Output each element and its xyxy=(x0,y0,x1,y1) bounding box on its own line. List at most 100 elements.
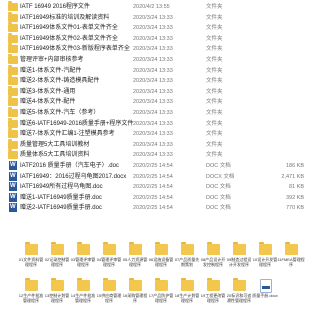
file-date: 2020/3/24 13:33 xyxy=(133,99,173,106)
file-row[interactable]: IATF16949：2016过程乌龟图2017.docx 2020/2/25 14… xyxy=(0,171,310,183)
folder-icon xyxy=(8,43,18,54)
file-row[interactable]: IATF2016 质量手册（汽车电子）.doc 2020/2/25 14:54 DO… xyxy=(0,161,310,172)
folder-icon xyxy=(77,242,90,255)
file-date: 2020/3/24 13:33 xyxy=(133,25,173,32)
folder-icon xyxy=(8,32,18,43)
file-name: IATF16949标准的培训及解读资料 xyxy=(20,14,110,21)
file-tile[interactable]: 19工程更改管理程序 xyxy=(201,278,225,314)
folder-icon xyxy=(8,117,18,128)
file-tile[interactable]: 20标识和可追溯性管理程序 xyxy=(226,278,252,314)
file-name: 赠送4-体系文件-配件 xyxy=(20,99,76,106)
file-tile[interactable]: 02记录控制管理程序 xyxy=(44,242,70,278)
tile-label: 12生产件批准管理程序 xyxy=(18,293,44,303)
file-type: 文件夹 xyxy=(206,120,223,127)
file-size: 770 KB xyxy=(285,205,304,212)
file-tile[interactable]: 03管理评审管理程序 xyxy=(70,242,96,278)
file-type: 文件夹 xyxy=(206,131,223,138)
doc-icon xyxy=(260,279,272,293)
file-row[interactable]: IATF16949标准的培训及解读资料 2020/3/24 13:33 文件夹 xyxy=(0,11,310,24)
file-tile[interactable]: 15供应商管理程序 xyxy=(97,278,121,314)
doc-icon xyxy=(9,171,17,181)
folder-icon xyxy=(285,242,298,255)
file-tile[interactable]: 10设计开发管理程序 xyxy=(253,242,277,278)
file-tile[interactable]: 12生产件批准管理程序 xyxy=(18,278,44,314)
file-tile[interactable]: 07产品质量先期策划 xyxy=(174,242,200,278)
file-type: 文件夹 xyxy=(206,25,223,32)
file-tile[interactable]: 06设施设备管理程序 xyxy=(149,242,173,278)
file-date: 2020/3/24 13:33 xyxy=(133,88,173,95)
tile-label: 11FMEA管理程序 xyxy=(277,257,305,267)
folder-icon xyxy=(8,22,18,33)
tile-label: 20标识和可追溯性管理程序 xyxy=(226,293,252,303)
file-row[interactable]: 赠送4-体系文件-配件 2020/3/24 13:33 文件夹 xyxy=(0,96,310,108)
file-name: 赠送6-IATF16949-2016质量手册+程序文件 xyxy=(20,120,134,127)
file-tile[interactable]: 01文件资料管理程序 xyxy=(19,242,43,278)
file-row[interactable]: 质量管理5大工具培训教材 2020/3/24 13:33 文件夹 xyxy=(0,138,310,151)
file-row[interactable]: 赠送3-体系文件-通用 2020/3/24 13:33 文件夹 xyxy=(0,85,310,98)
file-tile[interactable]: 18生产计划管理程序 xyxy=(175,278,199,314)
file-row[interactable]: 赠送1-IATF16949质量手册.doc 2020/2/25 14:54 DOC … xyxy=(0,192,310,204)
file-tile[interactable]: 质量手册.docx xyxy=(252,279,278,314)
file-row[interactable]: IATF16949体系文件01-表单文件齐全 2020/3/24 13:33 文件夹 xyxy=(0,22,310,34)
file-row[interactable]: IATF16949所有过程乌龟图.doc 2020/2/25 14:54 DOC 文… xyxy=(0,182,310,193)
doc-icon xyxy=(9,182,17,192)
folder-icon xyxy=(181,278,194,291)
file-tile[interactable]: 14生产件批准管理程序 xyxy=(71,278,95,314)
file-row[interactable]: 赠送1-体系文件-汽配件 2020/3/24 13:33 文件夹 xyxy=(0,64,310,77)
file-date: 2020/2/25 14:54 xyxy=(133,205,173,212)
tile-label: 07产品质量先期策划 xyxy=(174,257,200,267)
file-date: 2020/3/24 13:33 xyxy=(133,14,173,21)
folder-icon xyxy=(8,75,18,86)
file-row[interactable]: IATF16949体系文件02-表单文件齐全 2020/3/24 13:33 文件夹 xyxy=(0,32,310,45)
folder-icon xyxy=(8,138,18,149)
folder-icon xyxy=(8,64,18,75)
file-row[interactable]: 赠送7-体系文件汇编1-注塑模具参考 2020/3/24 13:33 文件夹 xyxy=(0,128,310,140)
file-name: IATF16949：2016过程乌龟图2017.docx xyxy=(20,173,127,180)
file-name: IATF 16949 2016程序文件 xyxy=(20,4,90,10)
folder-icon xyxy=(8,54,18,64)
file-tile[interactable]: 05人力资源管理程序 xyxy=(123,242,147,278)
file-size: 2,471 KB xyxy=(281,173,304,180)
folder-icon xyxy=(25,278,38,291)
file-name: IATF16949体系文件02-表单文件齐全 xyxy=(20,35,118,42)
tile-label: 03管理评审管理程序 xyxy=(70,257,96,267)
file-tile[interactable]: 16采购管理程序 xyxy=(123,278,147,314)
file-row[interactable]: 赠送2-体系文件-铸造模具配件 2020/3/24 13:33 文件夹 xyxy=(0,75,310,87)
folder-icon xyxy=(233,242,246,255)
file-date: 2020/2/25 14:54 xyxy=(133,173,173,180)
file-type: DOC 文档 xyxy=(206,194,231,201)
tile-label: 04管理评审管理程序 xyxy=(96,257,122,267)
file-name: IATF16949体系文件03-新版程序表单齐全 xyxy=(20,46,130,53)
file-row[interactable]: 赠送6-IATF16949-2016质量手册+程序文件 2020/3/24 13:… xyxy=(0,117,310,130)
folder-icon xyxy=(181,242,194,255)
file-date: 2020/4/2 13:55 xyxy=(133,4,170,10)
file-date: 2020/3/24 13:33 xyxy=(133,152,173,159)
file-name: 赠送2-IATF16949质量手册.doc xyxy=(20,205,102,212)
file-size: 392 KB xyxy=(285,194,304,201)
file-tile[interactable]: 17产品防护管理程序 xyxy=(149,278,173,314)
tile-label: 02记录控制管理程序 xyxy=(44,257,70,267)
file-row[interactable]: IATF16949体系文件03-新版程序表单齐全 2020/3/24 13:33 文… xyxy=(0,43,310,55)
file-name: 赠送2-体系文件-铸造模具配件 xyxy=(20,78,100,85)
file-size: 186 KB xyxy=(285,163,304,169)
file-type: 文件夹 xyxy=(206,14,223,21)
file-tile[interactable]: 11FMEA管理程序 xyxy=(277,242,305,278)
folder-icon xyxy=(207,242,220,255)
file-row[interactable]: 赠送5-体系文件-汽车（参考） 2020/3/24 13:33 文件夹 xyxy=(0,107,310,119)
file-tile[interactable]: 09制造过程设计开发程序 xyxy=(227,242,251,278)
file-name: IATF2016 质量手册（汽车电子）.doc xyxy=(20,163,119,169)
file-name: 质量管理5大工具培训教材 xyxy=(20,141,90,148)
file-type: 文件夹 xyxy=(206,78,223,85)
file-row[interactable]: 质量体系5大工具培训资料 2020/3/24 13:33 文件夹 xyxy=(0,149,310,161)
file-tile[interactable]: 08产品设计开发控制程序 xyxy=(201,242,225,278)
folder-icon xyxy=(51,242,64,255)
file-row[interactable]: IATF 16949 2016程序文件 2020/4/2 13:55 文件夹 xyxy=(0,1,310,13)
folder-icon xyxy=(129,278,142,291)
file-row[interactable]: 赠送2-IATF16949质量手册.doc 2020/2/25 14:54 DOC … xyxy=(0,203,310,214)
file-type: 文件夹 xyxy=(206,35,223,42)
file-tile[interactable]: 04管理评审管理程序 xyxy=(96,242,122,278)
file-row[interactable]: 管理评审+内部审核参考 2020/3/24 13:33 文件夹 xyxy=(0,54,310,66)
folder-icon xyxy=(8,11,18,22)
file-tile[interactable]: 13控制计划管理程序 xyxy=(45,278,69,314)
folder-icon xyxy=(8,149,18,160)
